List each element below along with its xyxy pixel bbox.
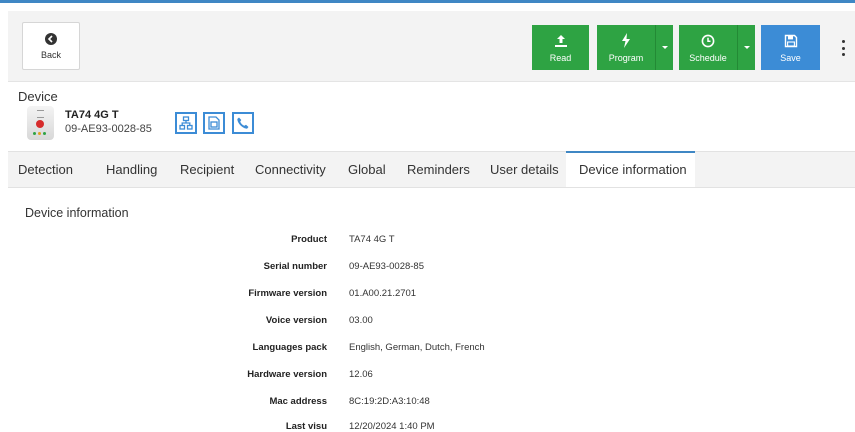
last-visu-label: Last visu <box>285 421 327 432</box>
tab-recipient[interactable]: Recipient <box>180 152 234 187</box>
upload-icon <box>554 32 568 48</box>
read-button-label: Read <box>549 53 572 63</box>
product-value: TA74 4G T <box>349 234 395 245</box>
save-button[interactable]: Save <box>761 25 820 70</box>
languages-pack-label: Languages pack <box>252 342 327 353</box>
clock-icon <box>701 32 715 48</box>
mac-address-label: Mac address <box>269 396 327 407</box>
phone-icon[interactable] <box>232 112 254 134</box>
top-accent-line <box>0 0 855 3</box>
program-button-label: Program <box>608 53 644 63</box>
device-image <box>27 106 54 140</box>
chevron-left-icon <box>45 32 57 45</box>
firmware-version-label: Firmware version <box>248 288 327 299</box>
section-title: Device information <box>25 206 129 220</box>
more-options-icon[interactable] <box>838 40 848 56</box>
schedule-dropdown-toggle[interactable] <box>737 25 755 70</box>
schedule-button[interactable]: Schedule <box>679 25 737 70</box>
tab-handling[interactable]: Handling <box>106 152 157 187</box>
serial-number-value: 09-AE93-0028-85 <box>349 261 424 272</box>
voice-version-label: Voice version <box>265 315 327 326</box>
toolbar: Back Read Program Schedule Save <box>8 11 855 82</box>
sim-card-icon[interactable] <box>203 112 225 134</box>
device-section-label: Device <box>18 89 58 104</box>
save-button-label: Save <box>780 53 801 63</box>
floppy-disk-icon <box>784 32 798 48</box>
schedule-button-label: Schedule <box>689 53 727 63</box>
hardware-version-value: 12.06 <box>349 369 373 380</box>
serial-number-label: Serial number <box>263 261 327 272</box>
read-button[interactable]: Read <box>532 25 589 70</box>
program-dropdown-toggle[interactable] <box>655 25 673 70</box>
tab-user-details[interactable]: User details <box>490 152 559 187</box>
last-visu-value: 12/20/2024 1:40 PM <box>349 421 435 432</box>
tab-detection[interactable]: Detection <box>18 152 73 187</box>
hardware-version-label: Hardware version <box>247 369 327 380</box>
caret-down-icon <box>743 46 750 49</box>
device-serial: 09-AE93-0028-85 <box>65 123 152 135</box>
device-information-panel <box>8 188 855 428</box>
tab-global[interactable]: Global <box>348 152 386 187</box>
languages-pack-value: English, German, Dutch, French <box>349 342 485 353</box>
back-button-label: Back <box>40 49 61 60</box>
voice-version-value: 03.00 <box>349 315 373 326</box>
tab-reminders[interactable]: Reminders <box>407 152 470 187</box>
program-button[interactable]: Program <box>597 25 655 70</box>
device-name: TA74 4G T <box>65 109 119 121</box>
firmware-version-value: 01.A00.21.2701 <box>349 288 417 299</box>
tab-device-information[interactable]: Device information <box>566 151 695 187</box>
tab-connectivity[interactable]: Connectivity <box>255 152 326 187</box>
caret-down-icon <box>661 46 668 49</box>
back-button[interactable]: Back <box>22 22 80 70</box>
device-header: Device TA74 4G T 09-AE93-0028-85 <box>8 82 855 151</box>
mac-address-value: 8C:19:2D:A3:10:48 <box>349 396 430 407</box>
product-label: Product <box>291 234 327 245</box>
network-icon[interactable] <box>175 112 197 134</box>
tab-bar: Detection Handling Recipient Connectivit… <box>8 151 855 188</box>
lightning-icon <box>621 32 631 48</box>
